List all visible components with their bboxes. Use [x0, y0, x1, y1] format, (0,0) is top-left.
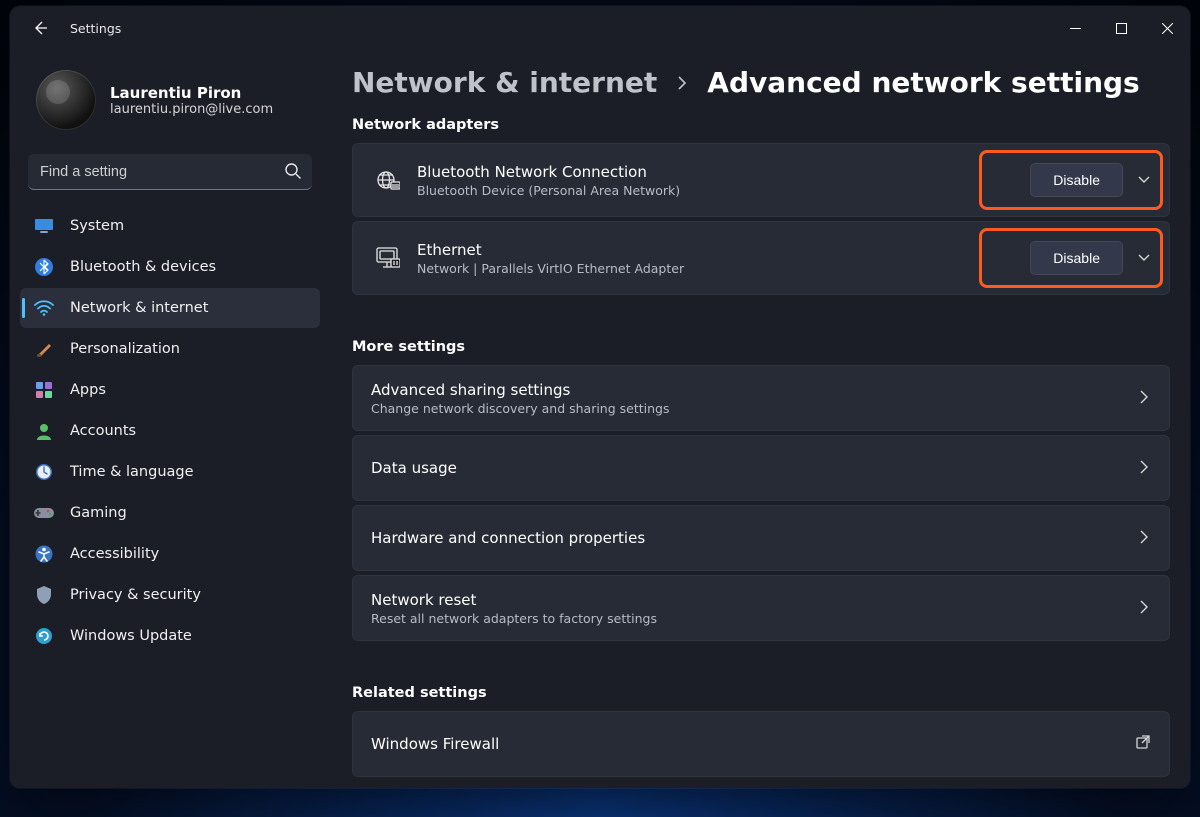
breadcrumb-parent[interactable]: Network & internet — [352, 66, 657, 99]
ethernet-icon — [371, 247, 405, 269]
row-advanced-sharing[interactable]: Advanced sharing settings Change network… — [352, 365, 1170, 431]
chevron-right-icon — [1137, 599, 1151, 618]
apps-icon — [34, 380, 54, 400]
brush-icon — [34, 339, 54, 359]
adapter-title: Ethernet — [417, 241, 1030, 259]
minimize-icon — [1070, 23, 1081, 34]
content[interactable]: Network & internet Advanced network sett… — [330, 50, 1190, 788]
chevron-down-icon[interactable] — [1137, 171, 1151, 190]
profile-name: Laurentiu Piron — [110, 84, 273, 102]
window-controls — [1052, 12, 1190, 44]
disable-button[interactable]: Disable — [1030, 163, 1123, 197]
adapter-title: Bluetooth Network Connection — [417, 163, 1030, 181]
nav-label: Time & language — [70, 464, 194, 480]
nav-bluetooth[interactable]: Bluetooth & devices — [20, 247, 320, 287]
nav-network[interactable]: Network & internet — [20, 288, 320, 328]
nav-privacy[interactable]: Privacy & security — [20, 575, 320, 615]
nav-time[interactable]: Time & language — [20, 452, 320, 492]
nav-personalization[interactable]: Personalization — [20, 329, 320, 369]
person-icon — [34, 421, 54, 441]
nav-system[interactable]: System — [20, 206, 320, 246]
profile-block[interactable]: Laurentiu Piron laurentiu.piron@live.com — [18, 56, 322, 146]
minimize-button[interactable] — [1052, 12, 1098, 44]
disable-button[interactable]: Disable — [1030, 241, 1123, 275]
adapter-row-ethernet[interactable]: Ethernet Network | Parallels VirtIO Ethe… — [352, 221, 1170, 295]
nav-label: Apps — [70, 382, 106, 398]
settings-window: Settings Laurentiu Piron laurentiu.piron… — [10, 6, 1190, 788]
titlebar: Settings — [10, 6, 1190, 50]
search-icon — [284, 162, 302, 184]
nav-label: Windows Update — [70, 628, 192, 644]
nav: System Bluetooth & devices Network & int… — [20, 206, 320, 656]
nav-accounts[interactable]: Accounts — [20, 411, 320, 451]
close-button[interactable] — [1144, 12, 1190, 44]
row-title: Data usage — [371, 459, 1137, 477]
accessibility-icon — [34, 544, 54, 564]
search-wrap — [28, 154, 312, 190]
row-network-reset[interactable]: Network reset Reset all network adapters… — [352, 575, 1170, 641]
display-icon — [34, 216, 54, 236]
globe-icon — [371, 169, 405, 191]
row-title: Advanced sharing settings — [371, 381, 1137, 399]
nav-update[interactable]: Windows Update — [20, 616, 320, 656]
nav-label: System — [70, 218, 124, 234]
nav-label: Accounts — [70, 423, 136, 439]
adapter-row-bluetooth[interactable]: Bluetooth Network Connection Bluetooth D… — [352, 143, 1170, 217]
nav-label: Network & internet — [70, 300, 208, 316]
row-title: Hardware and connection properties — [371, 529, 1137, 547]
arrow-left-icon — [32, 20, 48, 36]
close-icon — [1162, 23, 1173, 34]
titlebar-left: Settings — [14, 8, 121, 48]
row-title: Network reset — [371, 591, 1137, 609]
chevron-right-icon — [675, 71, 689, 95]
nav-label: Privacy & security — [70, 587, 201, 603]
breadcrumb-current: Advanced network settings — [707, 66, 1139, 99]
section-more-label: More settings — [352, 339, 1170, 355]
wifi-icon — [34, 298, 54, 318]
row-sub: Reset all network adapters to factory se… — [371, 611, 1137, 626]
row-windows-firewall[interactable]: Windows Firewall — [352, 711, 1170, 777]
adapter-sub: Network | Parallels VirtIO Ethernet Adap… — [417, 261, 1030, 276]
chevron-right-icon — [1137, 459, 1151, 478]
profile-email: laurentiu.piron@live.com — [110, 102, 273, 117]
nav-gaming[interactable]: Gaming — [20, 493, 320, 533]
clock-icon — [34, 462, 54, 482]
breadcrumb: Network & internet Advanced network sett… — [352, 66, 1170, 99]
nav-label: Accessibility — [70, 546, 159, 562]
row-hardware-properties[interactable]: Hardware and connection properties — [352, 505, 1170, 571]
nav-accessibility[interactable]: Accessibility — [20, 534, 320, 574]
chevron-right-icon — [1137, 529, 1151, 548]
row-title: Windows Firewall — [371, 735, 1135, 753]
shield-icon — [34, 585, 54, 605]
maximize-button[interactable] — [1098, 12, 1144, 44]
nav-label: Personalization — [70, 341, 180, 357]
back-button[interactable] — [20, 8, 60, 48]
search-input[interactable] — [28, 154, 312, 190]
avatar — [36, 70, 96, 130]
app-title: Settings — [70, 21, 121, 36]
maximize-icon — [1116, 23, 1127, 34]
section-related-label: Related settings — [352, 685, 1170, 701]
adapter-sub: Bluetooth Device (Personal Area Network) — [417, 183, 1030, 198]
sidebar: Laurentiu Piron laurentiu.piron@live.com… — [10, 50, 330, 788]
row-data-usage[interactable]: Data usage — [352, 435, 1170, 501]
chevron-right-icon — [1137, 389, 1151, 408]
open-external-icon — [1135, 734, 1151, 754]
section-adapters-label: Network adapters — [352, 117, 1170, 133]
bluetooth-icon — [34, 257, 54, 277]
chevron-down-icon[interactable] — [1137, 249, 1151, 268]
update-icon — [34, 626, 54, 646]
nav-label: Bluetooth & devices — [70, 259, 216, 275]
gaming-icon — [34, 503, 54, 523]
nav-apps[interactable]: Apps — [20, 370, 320, 410]
row-sub: Change network discovery and sharing set… — [371, 401, 1137, 416]
nav-label: Gaming — [70, 505, 127, 521]
